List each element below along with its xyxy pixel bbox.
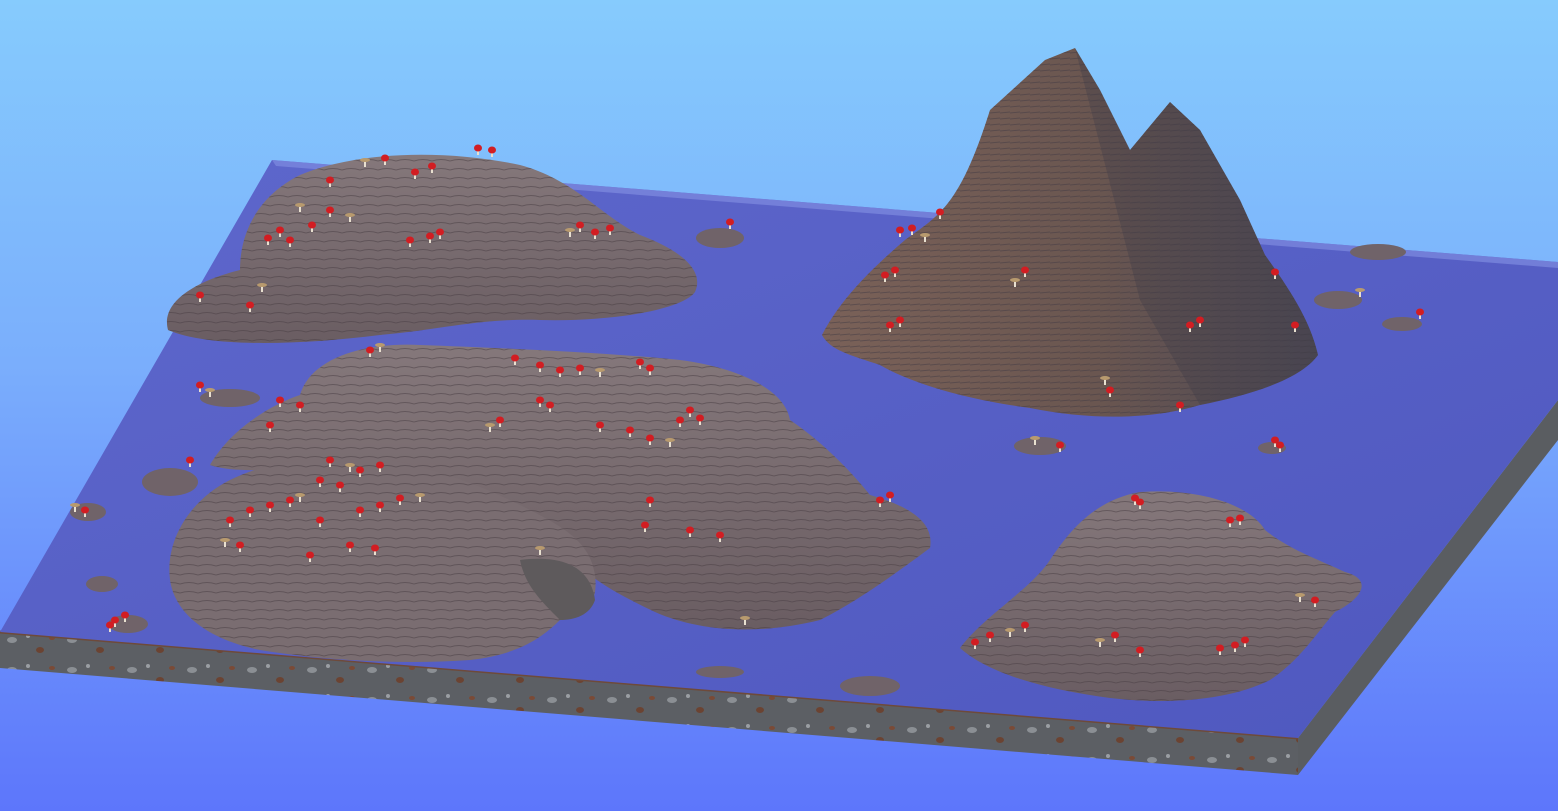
game-viewport[interactable] (0, 0, 1558, 811)
red-mushroom (488, 146, 496, 157)
red-mushroom (474, 144, 482, 155)
island-northwest (166, 154, 698, 344)
